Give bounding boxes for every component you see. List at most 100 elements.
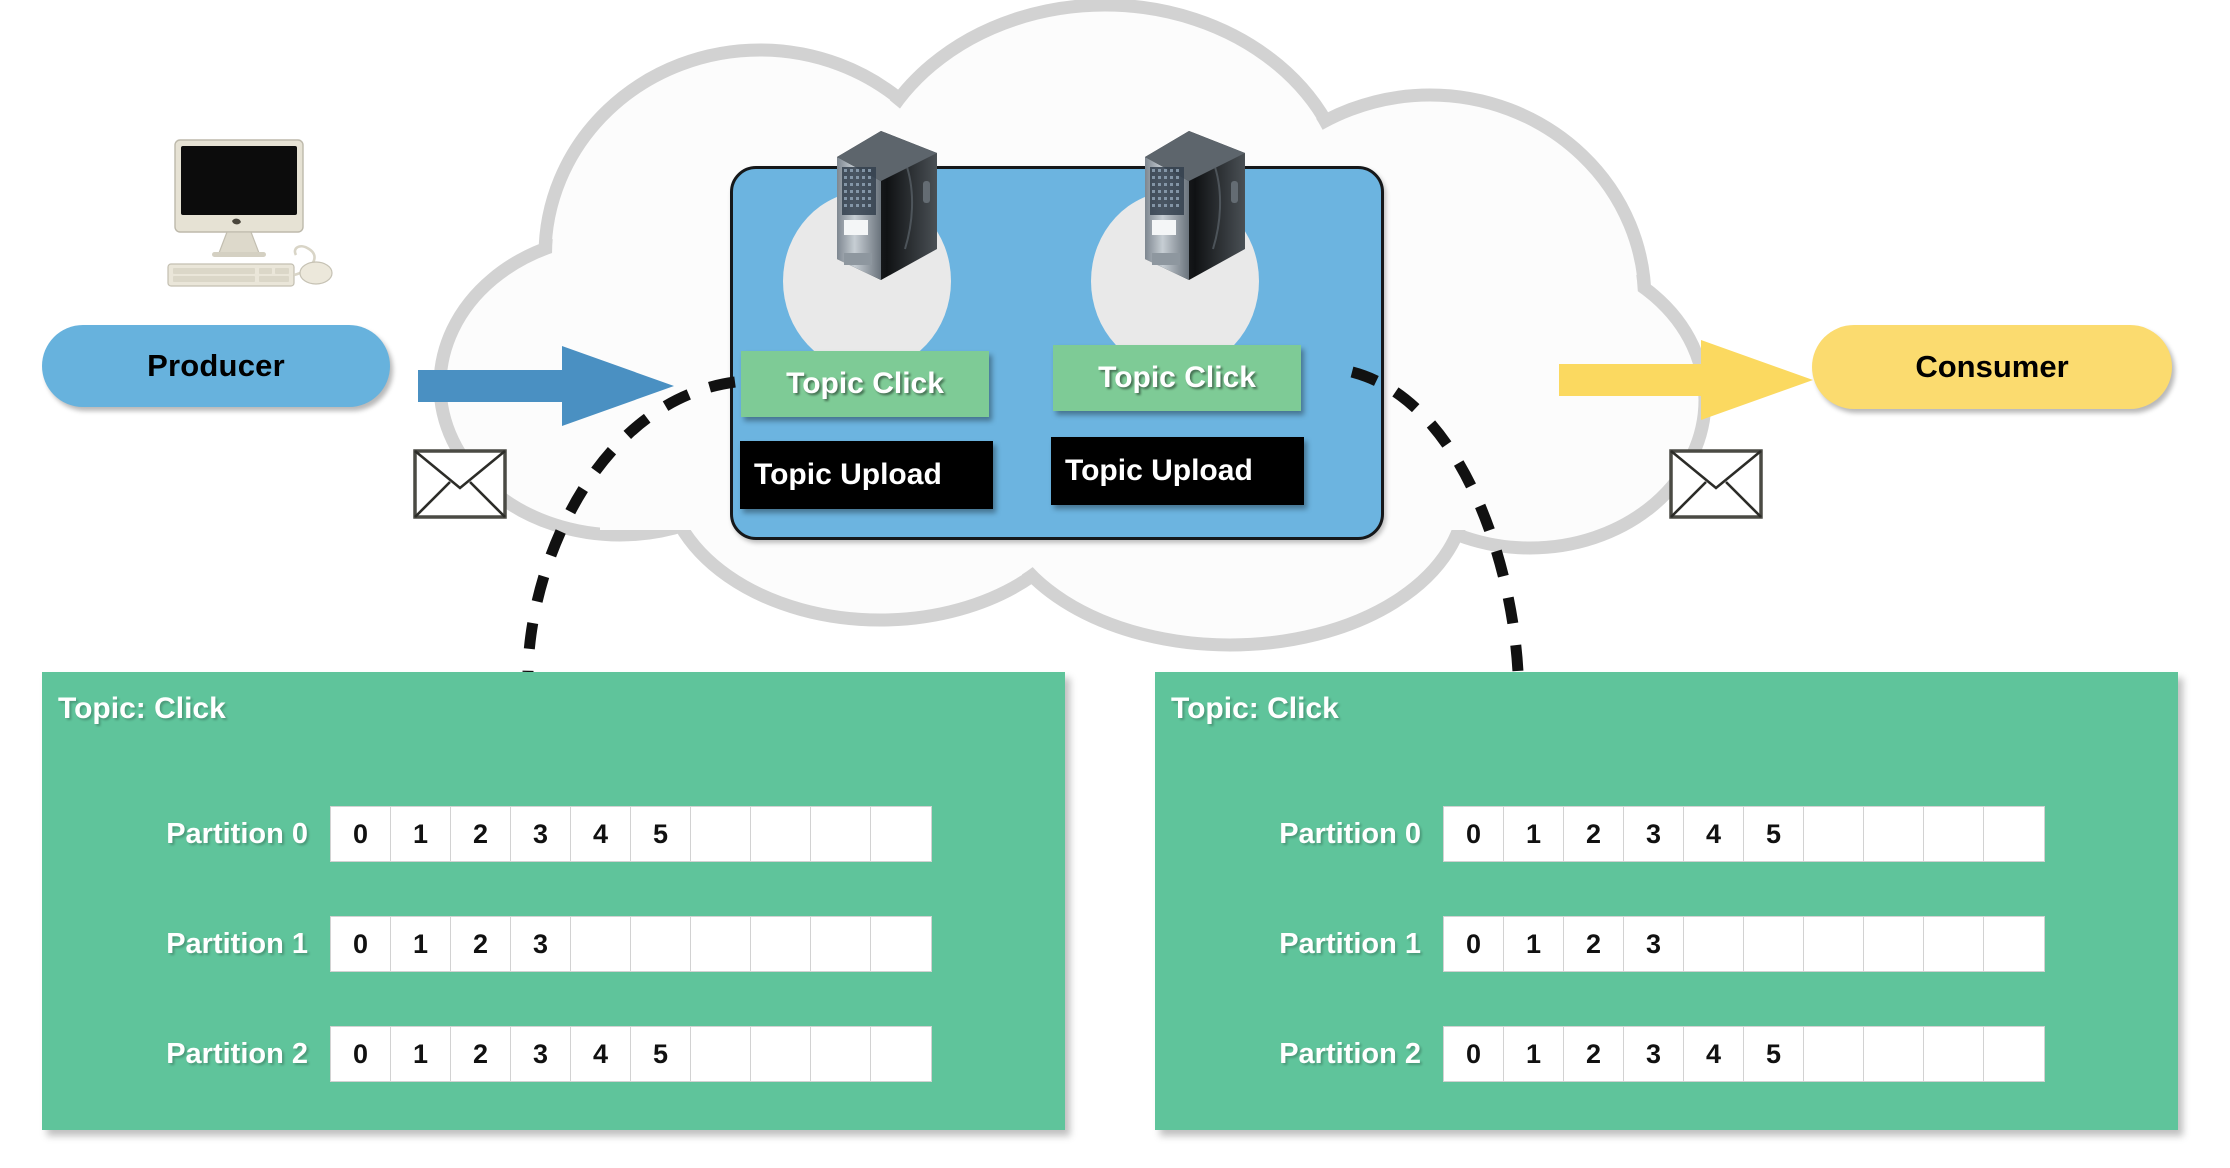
topic-panel-click-right: Topic: Click Partition 0 012345 Partitio… [1155, 672, 2178, 1130]
partition-row: Partition 2 012345 [42, 1025, 1065, 1083]
offset-cell: 1 [1504, 807, 1564, 861]
offset-cell: 1 [391, 917, 451, 971]
offset-cell: 3 [1624, 807, 1684, 861]
partition-row: Partition 1 0123 [1155, 915, 2178, 973]
offset-cell-empty [751, 807, 811, 861]
offset-cell: 2 [1564, 807, 1624, 861]
offset-cell-empty [1804, 807, 1864, 861]
offset-cell: 0 [331, 807, 391, 861]
offset-cell-empty [751, 1027, 811, 1081]
consumer-flow-arrow-icon [1559, 340, 1813, 420]
partition-row: Partition 1 0123 [42, 915, 1065, 973]
offset-cell: 1 [391, 1027, 451, 1081]
partition-label: Partition 0 [166, 817, 308, 850]
offset-cell: 4 [571, 807, 631, 861]
offset-cell-empty [1804, 1027, 1864, 1081]
offset-cell-empty [1744, 917, 1804, 971]
offset-cell-empty [811, 807, 871, 861]
partition-offset-strip[interactable]: 0123 [330, 916, 932, 972]
offset-cell: 5 [631, 807, 691, 861]
consumer-label: Consumer [1915, 349, 2069, 384]
offset-cell: 4 [1684, 807, 1744, 861]
topic-chip-label: Topic Upload [1065, 454, 1253, 487]
offset-cell: 3 [1624, 917, 1684, 971]
topic-chip-label: Topic Click [1098, 361, 1256, 394]
topic-chip-click-broker-1[interactable]: Topic Click [1053, 345, 1301, 411]
offset-cell: 4 [1684, 1027, 1744, 1081]
topic-panel-title: Topic: Click [58, 692, 226, 725]
offset-cell: 0 [1444, 807, 1504, 861]
partition-label: Partition 1 [1279, 927, 1421, 960]
topic-chip-upload-broker-1[interactable]: Topic Upload [1051, 437, 1304, 505]
offset-cell: 1 [391, 807, 451, 861]
offset-cell: 3 [511, 807, 571, 861]
message-envelope-icon [1669, 449, 1763, 519]
producer-node[interactable]: Producer [42, 325, 390, 407]
partition-offset-strip[interactable]: 012345 [330, 806, 932, 862]
message-envelope-icon [413, 449, 507, 519]
partition-offset-strip[interactable]: 012345 [1443, 1026, 2045, 1082]
offset-cell: 1 [1504, 1027, 1564, 1081]
partition-offset-strip[interactable]: 012345 [1443, 806, 2045, 862]
offset-cell: 2 [1564, 917, 1624, 971]
producer-flow-arrow-icon [418, 346, 674, 426]
offset-cell-empty [871, 917, 931, 971]
offset-cell-empty [691, 917, 751, 971]
offset-cell-empty [1924, 917, 1984, 971]
offset-cell: 5 [1744, 807, 1804, 861]
offset-cell-empty [1984, 917, 2044, 971]
partition-offset-strip[interactable]: 0123 [1443, 916, 2045, 972]
topic-chip-upload-broker-0[interactable]: Topic Upload [740, 441, 993, 509]
imac-computer-icon [167, 139, 333, 287]
partition-label: Partition 0 [1279, 817, 1421, 850]
offset-cell: 3 [511, 1027, 571, 1081]
offset-cell-empty [631, 917, 691, 971]
offset-cell-empty [811, 1027, 871, 1081]
offset-cell-empty [1924, 1027, 1984, 1081]
partition-row: Partition 0 012345 [42, 805, 1065, 863]
offset-cell: 4 [571, 1027, 631, 1081]
offset-cell: 1 [1504, 917, 1564, 971]
offset-cell-empty [1684, 917, 1744, 971]
offset-cell: 2 [451, 917, 511, 971]
partition-label: Partition 1 [166, 927, 308, 960]
offset-cell: 2 [451, 1027, 511, 1081]
topic-panel-title: Topic: Click [1171, 692, 1339, 725]
kafka-broker-cluster: Topic Click Topic Click Topic Upload Top… [730, 131, 1384, 540]
topic-chip-label: Topic Click [786, 367, 944, 400]
offset-cell: 0 [1444, 1027, 1504, 1081]
offset-cell-empty [1984, 1027, 2044, 1081]
offset-cell-empty [1864, 1027, 1924, 1081]
offset-cell-empty [751, 917, 811, 971]
offset-cell: 0 [331, 1027, 391, 1081]
offset-cell-empty [1864, 807, 1924, 861]
topic-chip-click-broker-0[interactable]: Topic Click [741, 351, 989, 417]
producer-label: Producer [147, 348, 285, 383]
offset-cell-empty [811, 917, 871, 971]
offset-cell: 2 [1564, 1027, 1624, 1081]
partition-label: Partition 2 [1279, 1037, 1421, 1070]
offset-cell-empty [571, 917, 631, 971]
partition-row: Partition 0 012345 [1155, 805, 2178, 863]
offset-cell-empty [1804, 917, 1864, 971]
offset-cell: 5 [631, 1027, 691, 1081]
offset-cell-empty [1984, 807, 2044, 861]
partition-row: Partition 2 012345 [1155, 1025, 2178, 1083]
offset-cell-empty [1864, 917, 1924, 971]
offset-cell-empty [691, 807, 751, 861]
offset-cell-empty [871, 807, 931, 861]
offset-cell: 2 [451, 807, 511, 861]
consumer-node[interactable]: Consumer [1812, 325, 2172, 409]
topic-panel-click-left: Topic: Click Partition 0 012345 Partitio… [42, 672, 1065, 1130]
diagram-canvas: Producer Topic Click Topic Click Topic U… [0, 0, 2230, 1168]
offset-cell: 5 [1744, 1027, 1804, 1081]
partition-offset-strip[interactable]: 012345 [330, 1026, 932, 1082]
offset-cell-empty [871, 1027, 931, 1081]
offset-cell: 0 [331, 917, 391, 971]
offset-cell: 3 [1624, 1027, 1684, 1081]
topic-chip-label: Topic Upload [754, 458, 942, 491]
offset-cell: 3 [511, 917, 571, 971]
offset-cell-empty [691, 1027, 751, 1081]
offset-cell: 0 [1444, 917, 1504, 971]
server-tower-icon [837, 131, 937, 280]
